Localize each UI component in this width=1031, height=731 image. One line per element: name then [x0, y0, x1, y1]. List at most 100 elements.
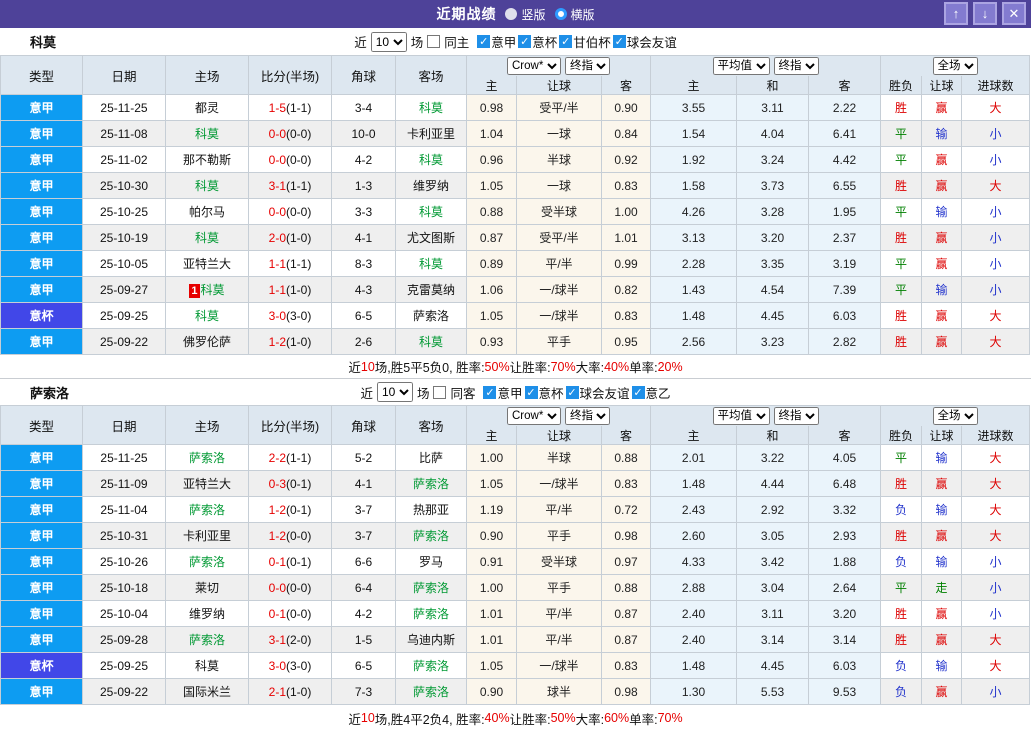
odds-time-select[interactable]: 终指 [565, 407, 610, 425]
recent-count-select[interactable]: 10 [370, 31, 407, 52]
recent-label: 近 [354, 36, 367, 50]
match-row: 意甲 25-11-25 都灵 1-5(1-1) 3-4 科莫 0.98 受平/半 0.90 3.5… [1, 95, 1031, 121]
cell-ah-home-odds: 1.05 [467, 173, 517, 199]
home-team-name[interactable]: 帕尔马 [189, 205, 225, 219]
away-team-name[interactable]: 萨索洛 [413, 581, 449, 595]
cell-goals-result: 小 [962, 277, 1031, 303]
home-team-name[interactable]: 萨索洛 [189, 633, 225, 647]
close-button[interactable]: ✕ [1002, 2, 1026, 25]
home-team-name[interactable]: 卡利亚里 [183, 529, 231, 543]
home-team-name[interactable]: 科莫 [195, 231, 219, 245]
away-team-name[interactable]: 萨索洛 [413, 607, 449, 621]
league-checkbox[interactable]: ✓ [612, 35, 626, 48]
league-checkbox[interactable]: ✓ [477, 35, 491, 48]
cell-ah-result: 输 [922, 497, 962, 523]
odds-time-select[interactable]: 终指 [565, 57, 610, 75]
radio-selected-icon[interactable] [505, 8, 518, 20]
home-team-name[interactable]: 萨索洛 [189, 503, 225, 517]
league-checkbox[interactable]: ✓ [524, 385, 538, 399]
cell-away-team: 乌迪内斯 [396, 627, 467, 653]
cell-date: 25-09-22 [83, 329, 166, 355]
away-team-name[interactable]: 萨索洛 [413, 685, 449, 699]
cell-goals-result: 大 [962, 497, 1031, 523]
home-team-name[interactable]: 科莫 [195, 127, 219, 141]
radio-unselected-icon[interactable] [554, 8, 567, 20]
home-team-name[interactable]: 维罗纳 [189, 607, 225, 621]
league-checkbox[interactable]: ✓ [631, 385, 645, 399]
home-team-name[interactable]: 国际米兰 [183, 685, 231, 699]
away-team-name[interactable]: 萨索洛 [413, 659, 449, 673]
home-team-name[interactable]: 科莫 [195, 309, 219, 323]
halftime-score: (0-0) [286, 528, 312, 543]
radio-vertical-layout[interactable]: 竖版 [505, 6, 546, 23]
radio-horizontal-layout[interactable]: 横版 [554, 6, 595, 23]
cell-score: 1-1(1-0) [249, 277, 332, 303]
match-row: 意甲 25-10-05 亚特兰大 1-1(1-1) 8-3 科莫 0.89 平/半 0.99 2.… [1, 251, 1031, 277]
league-checkbox[interactable]: ✓ [483, 385, 497, 399]
league-filter-item: ✓ 意杯 [518, 32, 557, 51]
scope-select[interactable]: 全场 [932, 407, 978, 425]
away-team-name[interactable]: 克雷莫纳 [407, 283, 455, 297]
away-team-name[interactable]: 科莫 [419, 153, 443, 167]
away-team-name[interactable]: 科莫 [419, 257, 443, 271]
league-checkbox[interactable]: ✓ [559, 35, 573, 48]
home-team-name[interactable]: 那不勒斯 [183, 153, 231, 167]
away-team-name[interactable]: 科莫 [419, 205, 443, 219]
league-filter-item: ✓ 意甲 [477, 32, 516, 51]
match-row: 意甲 25-10-18 莱切 0-0(0-0) 6-4 萨索洛 1.00 平手 0.88 2.88… [1, 575, 1031, 601]
away-team-name[interactable]: 萨索洛 [413, 309, 449, 323]
cell-goals-result: 大 [962, 445, 1031, 471]
away-team-name[interactable]: 科莫 [419, 335, 443, 349]
same-venue-checkbox[interactable] [427, 35, 441, 48]
euro-time-select[interactable]: 终指 [773, 407, 819, 425]
fulltime-score: 1-2 [268, 334, 286, 349]
home-team-name[interactable]: 科莫 [195, 179, 219, 193]
home-team-name[interactable]: 莱切 [195, 581, 219, 595]
cell-score: 1-2(1-0) [249, 329, 332, 355]
home-team-name[interactable]: 亚特兰大 [183, 477, 231, 491]
cell-goals-result: 大 [962, 303, 1031, 329]
cell-eu-away-odds: 2.64 [809, 575, 881, 601]
home-team-name[interactable]: 萨索洛 [189, 451, 225, 465]
away-team-name[interactable]: 萨索洛 [413, 529, 449, 543]
match-row: 意甲 25-11-09 亚特兰大 0-3(0-1) 4-1 萨索洛 1.05 一/球半 0.83… [1, 471, 1031, 497]
home-team-name[interactable]: 都灵 [195, 101, 219, 115]
away-team-name[interactable]: 萨索洛 [413, 477, 449, 491]
home-team-name[interactable]: 亚特兰大 [183, 257, 231, 271]
euro-time-select[interactable]: 终指 [773, 57, 819, 75]
home-team-name[interactable]: 科莫 [201, 283, 225, 297]
away-team-name[interactable]: 维罗纳 [413, 179, 449, 193]
home-team-name[interactable]: 佛罗伦萨 [183, 335, 231, 349]
away-team-name[interactable]: 卡利亚里 [407, 127, 455, 141]
scope-select[interactable]: 全场 [932, 57, 978, 75]
away-team-name[interactable]: 罗马 [419, 555, 443, 569]
col-header-corners: 角球 [332, 56, 396, 95]
summary-line: 近 10 场,胜4平2负4, 胜率: 40% 让胜率: 50% 大率: 60% 单率: 70… [0, 705, 1031, 731]
away-team-name[interactable]: 乌迪内斯 [407, 633, 455, 647]
home-team-name[interactable]: 科莫 [195, 659, 219, 673]
halftime-score: (0-0) [286, 580, 312, 595]
odds-company-select[interactable]: Crow* [507, 407, 561, 425]
away-team-name[interactable]: 尤文图斯 [407, 231, 455, 245]
league-checkbox[interactable]: ✓ [565, 385, 579, 399]
cell-eu-draw-odds: 4.54 [737, 277, 809, 303]
cell-ah-line: 球半 [517, 679, 602, 705]
match-row: 意甲 25-09-27 1 科莫 1-1(1-0) 4-3 克雷莫纳 1.06 一/球半 0.82… [1, 277, 1031, 303]
same-venue-checkbox[interactable] [433, 385, 447, 399]
halftime-score: (0-1) [286, 476, 312, 491]
move-up-button[interactable]: ↑ [944, 2, 968, 25]
summary-segment: 40% [484, 711, 510, 725]
league-checkbox[interactable]: ✓ [518, 35, 532, 48]
away-team-name[interactable]: 热那亚 [413, 503, 449, 517]
move-down-button[interactable]: ↓ [973, 2, 997, 25]
cell-corners: 4-2 [332, 147, 396, 173]
away-team-name[interactable]: 科莫 [419, 101, 443, 115]
odds-company-select[interactable]: Crow* [507, 57, 561, 75]
cell-result: 胜 [881, 601, 922, 627]
recent-count-select[interactable]: 10 [376, 382, 413, 402]
home-team-name[interactable]: 萨索洛 [189, 555, 225, 569]
euro-company-select[interactable]: 平均值 [712, 57, 770, 75]
away-team-name[interactable]: 比萨 [419, 451, 443, 465]
cell-eu-home-odds: 2.43 [651, 497, 737, 523]
euro-company-select[interactable]: 平均值 [712, 407, 770, 425]
